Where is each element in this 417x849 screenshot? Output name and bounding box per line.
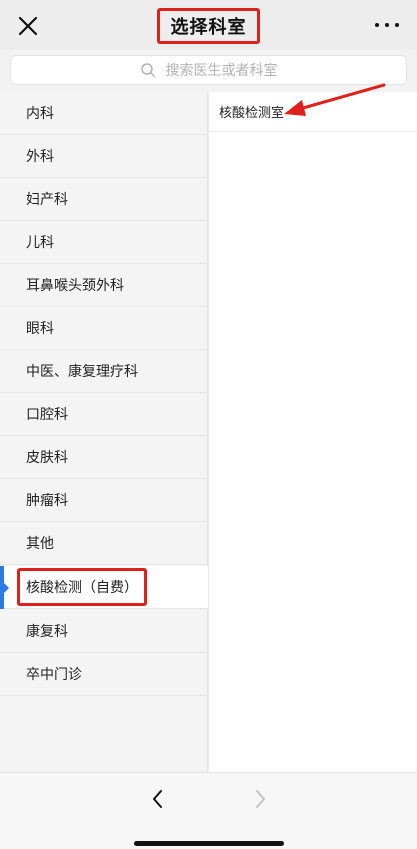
department-list: 内科 外科 妇产科 儿科 耳鼻喉头颈外科 眼科 中医、康复理疗科 口腔科 皮肤科… (0, 92, 208, 772)
department-item[interactable]: 儿科 (0, 221, 208, 264)
department-label: 肿瘤科 (26, 493, 68, 509)
active-indicator-notch (4, 583, 9, 593)
department-label: 外科 (26, 149, 54, 165)
department-label: 内科 (26, 106, 54, 122)
annotation-arrow-icon (284, 83, 386, 116)
more-icon-dot (385, 23, 389, 27)
more-icon-dot (395, 23, 399, 27)
department-label: 康复科 (26, 624, 68, 640)
page-title-highlight: 选择科室 (157, 8, 260, 44)
department-item[interactable]: 耳鼻喉头颈外科 (0, 264, 208, 307)
department-label: 耳鼻喉头颈外科 (26, 278, 124, 294)
department-item-selected[interactable]: 核酸检测（自费） (0, 566, 208, 609)
sub-department-label: 核酸检测室 (219, 106, 285, 121)
department-label: 其他 (26, 536, 54, 552)
department-item[interactable]: 妇产科 (0, 178, 208, 221)
department-label: 核酸检测（自费） (26, 580, 138, 596)
search-placeholder: 搜索医生或者科室 (165, 63, 278, 79)
department-label: 中医、康复理疗科 (26, 364, 138, 380)
department-item[interactable]: 内科 (0, 92, 208, 135)
home-indicator (134, 841, 284, 846)
department-label: 眼科 (26, 321, 54, 337)
chevron-right-icon (256, 790, 265, 808)
search-icon (140, 63, 155, 78)
department-item[interactable]: 外科 (0, 135, 208, 178)
close-icon (18, 16, 38, 36)
department-item[interactable]: 卒中门诊 (0, 653, 208, 696)
department-item[interactable]: 中医、康复理疗科 (0, 350, 208, 393)
back-button[interactable] (148, 787, 168, 811)
department-item[interactable]: 康复科 (0, 610, 208, 653)
department-label: 卒中门诊 (26, 667, 82, 683)
more-icon-dot (375, 23, 379, 27)
department-label: 口腔科 (26, 407, 68, 423)
close-button[interactable] (14, 12, 42, 40)
department-item[interactable]: 口腔科 (0, 393, 208, 436)
sub-department-list: 核酸检测室 (209, 92, 417, 772)
department-item[interactable]: 其他 (0, 522, 208, 565)
bottom-nav-bar (0, 772, 417, 849)
department-item[interactable]: 肿瘤科 (0, 479, 208, 522)
chevron-left-icon (153, 790, 162, 808)
department-item[interactable]: 皮肤科 (0, 436, 208, 479)
header-bar: 选择科室 (0, 0, 417, 50)
department-label: 妇产科 (26, 192, 68, 208)
forward-button[interactable] (250, 787, 270, 811)
page-title: 选择科室 (170, 17, 247, 38)
more-button[interactable] (375, 16, 399, 34)
department-item[interactable]: 眼科 (0, 307, 208, 350)
department-label: 皮肤科 (26, 450, 68, 466)
department-label: 儿科 (26, 235, 54, 251)
